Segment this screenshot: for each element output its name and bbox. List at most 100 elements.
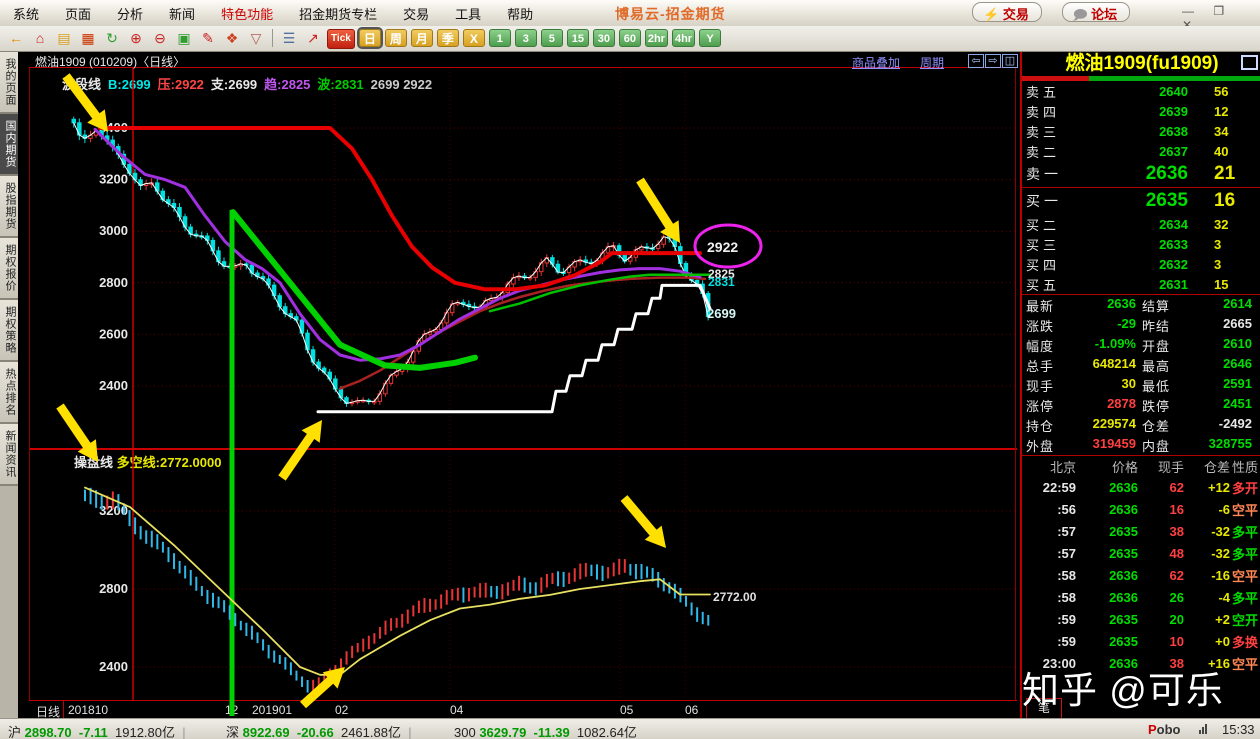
buy-sell-strength-bar bbox=[1022, 76, 1260, 81]
f10-icon[interactable]: ▦ bbox=[77, 28, 99, 48]
stat-row: 持仓229574仓差-2492 bbox=[1022, 415, 1260, 435]
sidebar-tab-股指期货[interactable]: 股指期货 bbox=[0, 176, 18, 238]
ask-row[interactable]: 卖五264056 bbox=[1022, 81, 1260, 101]
stat-value: 2646 bbox=[1170, 356, 1258, 375]
menu-页面[interactable]: 页面 bbox=[52, 0, 104, 23]
overlay-blocks-icon[interactable]: ▣ bbox=[173, 28, 195, 48]
quote-table-icon[interactable]: ☰ bbox=[278, 28, 300, 48]
period-button-季[interactable]: 季 bbox=[437, 29, 459, 47]
interval-button-2hr[interactable]: 2hr bbox=[645, 29, 668, 47]
tick-nature: 多平 bbox=[1230, 588, 1258, 607]
period-button-周[interactable]: 周 bbox=[385, 29, 407, 47]
stat-cell: 涨跌-29 bbox=[1026, 316, 1142, 335]
tick-volume: 10 bbox=[1138, 634, 1184, 649]
best-bid-row[interactable]: 买一263516 bbox=[1022, 188, 1260, 214]
menu-特色功能[interactable]: 特色功能 bbox=[208, 0, 286, 23]
bid-row[interactable]: 买五263115 bbox=[1022, 274, 1260, 294]
stat-cell: 昨结2665 bbox=[1142, 316, 1258, 335]
signal-icon bbox=[1198, 722, 1207, 737]
watermark: 知乎 @可乐 bbox=[1022, 660, 1260, 714]
period-button-月[interactable]: 月 bbox=[411, 29, 433, 47]
interval-button-5[interactable]: 5 bbox=[541, 29, 563, 47]
split-view-icon[interactable]: ◫ bbox=[1002, 54, 1018, 68]
tick-header-cell: 北京 bbox=[1026, 457, 1080, 476]
level-price: 2638 bbox=[1078, 124, 1214, 139]
filter-icon[interactable]: ▽ bbox=[245, 28, 267, 48]
bid-row[interactable]: 买二263432 bbox=[1022, 214, 1260, 234]
level-volume: 3 bbox=[1214, 237, 1258, 252]
back-icon[interactable]: ← bbox=[5, 28, 27, 48]
prev-page-icon[interactable]: ⇦ bbox=[968, 54, 984, 68]
refresh-icon[interactable]: ↻ bbox=[101, 28, 123, 48]
candlestick-chart[interactable]: 3400320030002800260024003200280024002922… bbox=[29, 68, 1017, 718]
interval-button-3[interactable]: 3 bbox=[515, 29, 537, 47]
sidebar-tab-新闻资讯[interactable]: 新闻资讯 bbox=[0, 424, 18, 486]
sidebar-tab-期权报价[interactable]: 期权报价 bbox=[0, 238, 18, 300]
sidebar-tab-期权策略[interactable]: 期权策略 bbox=[0, 300, 18, 362]
interval-button-4hr[interactable]: 4hr bbox=[672, 29, 695, 47]
tick-row: :58263662-16空平 bbox=[1022, 564, 1260, 586]
bid-row[interactable]: 买三26333 bbox=[1022, 234, 1260, 254]
interval-button-60[interactable]: 60 bbox=[619, 29, 641, 47]
interval-button-1[interactable]: 1 bbox=[489, 29, 511, 47]
chart-symbol-title: 燃油1909 (010209)〈日线〉 bbox=[35, 53, 185, 70]
period-button-X[interactable]: X bbox=[463, 29, 485, 47]
bid-row[interactable]: 买四26323 bbox=[1022, 254, 1260, 274]
restore-window-icon[interactable] bbox=[1241, 55, 1258, 70]
draw-icon[interactable]: ✎ bbox=[197, 28, 219, 48]
tick-time: :57 bbox=[1026, 546, 1080, 561]
stat-value: 2614 bbox=[1170, 296, 1258, 315]
level-volume: 34 bbox=[1214, 124, 1258, 139]
stat-value: 2591 bbox=[1170, 376, 1258, 395]
menu-新闻[interactable]: 新闻 bbox=[156, 0, 208, 23]
ask-row[interactable]: 卖三263834 bbox=[1022, 121, 1260, 141]
menu-帮助[interactable]: 帮助 bbox=[494, 0, 546, 23]
svg-text:2800: 2800 bbox=[99, 581, 128, 596]
paint-icon[interactable]: ❖ bbox=[221, 28, 243, 48]
trend-icon[interactable]: ↗ bbox=[302, 28, 324, 48]
tick-oi-change: +12 bbox=[1184, 480, 1230, 495]
interval-button-30[interactable]: 30 bbox=[593, 29, 615, 47]
period-button-日[interactable]: 日 bbox=[359, 29, 381, 47]
menu-交易[interactable]: 交易 bbox=[390, 0, 442, 23]
toolbar: ←⌂▤▦↻⊕⊖▣✎❖▽ ☰↗Tick日周月季X1351530602hr4hrY bbox=[0, 26, 1260, 52]
sidebar-tab-热点排名[interactable]: 热点排名 bbox=[0, 362, 18, 424]
stat-cell: 持仓229574 bbox=[1026, 416, 1142, 435]
zoom-in-icon[interactable]: ⊕ bbox=[125, 28, 147, 48]
interval-button-Y[interactable]: Y bbox=[699, 29, 721, 47]
forum-button[interactable]: 🗩 论坛 bbox=[1062, 2, 1130, 22]
stat-cell: 总手648214 bbox=[1026, 356, 1142, 375]
stat-label: 幅度 bbox=[1026, 336, 1054, 355]
stat-label: 最低 bbox=[1142, 376, 1170, 395]
stat-value: 648214 bbox=[1054, 356, 1142, 375]
ask-row[interactable]: 卖四263912 bbox=[1022, 101, 1260, 121]
sidebar-tab-国内期货[interactable]: 国内期货 bbox=[0, 114, 18, 176]
svg-text:2800: 2800 bbox=[99, 275, 128, 290]
notes-icon[interactable]: ▤ bbox=[53, 28, 75, 48]
stat-label: 最新 bbox=[1026, 296, 1054, 315]
stat-cell: 幅度-1.09% bbox=[1026, 336, 1142, 355]
zoom-out-icon[interactable]: ⊖ bbox=[149, 28, 171, 48]
tick-price: 2635 bbox=[1080, 634, 1138, 649]
overlay-commodity-link[interactable]: 商品叠加 bbox=[852, 54, 900, 71]
ask-row[interactable]: 卖二263740 bbox=[1022, 141, 1260, 161]
svg-text:2922: 2922 bbox=[707, 239, 738, 255]
best-ask-row[interactable]: 卖一263621 bbox=[1022, 161, 1260, 187]
home-icon[interactable]: ⌂ bbox=[29, 28, 51, 48]
menu-分析[interactable]: 分析 bbox=[104, 0, 156, 23]
tick-row: :57263548-32多平 bbox=[1022, 542, 1260, 564]
level-label: 卖二 bbox=[1026, 142, 1078, 161]
interval-button-15[interactable]: 15 bbox=[567, 29, 589, 47]
tick-period-button[interactable]: Tick bbox=[327, 29, 355, 49]
menu-系统[interactable]: 系统 bbox=[0, 0, 52, 23]
menu-招金期货专栏[interactable]: 招金期货专栏 bbox=[286, 0, 390, 23]
next-page-icon[interactable]: ⇨ bbox=[985, 54, 1001, 68]
tick-oi-change: -4 bbox=[1184, 590, 1230, 605]
menu-工具[interactable]: 工具 bbox=[442, 0, 494, 23]
trade-button[interactable]: ⚡ 交易 bbox=[972, 2, 1042, 22]
trading-app-window: 系统页面分析新闻特色功能招金期货专栏交易工具帮助 博易云-招金期货 ⚡ 交易 🗩… bbox=[0, 0, 1260, 739]
sidebar-tab-我的页面[interactable]: 我的页面 bbox=[0, 52, 18, 114]
period-link[interactable]: 周期 bbox=[920, 54, 944, 71]
stat-label: 昨结 bbox=[1142, 316, 1170, 335]
stat-label: 结算 bbox=[1142, 296, 1170, 315]
